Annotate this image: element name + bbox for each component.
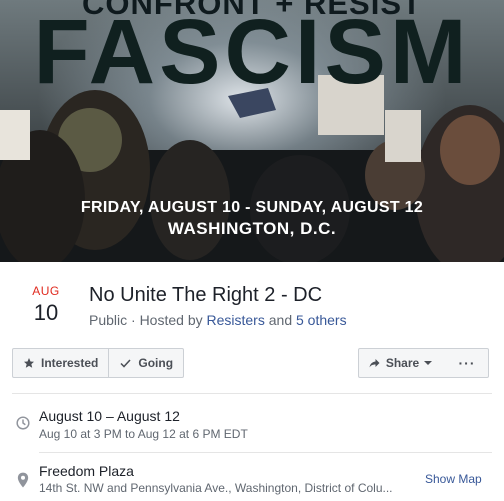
going-label: Going xyxy=(138,356,174,370)
event-visibility: Public · Hosted by xyxy=(89,312,207,328)
event-day: 10 xyxy=(33,300,59,325)
interested-label: Interested xyxy=(41,356,99,370)
host-link[interactable]: Resisters xyxy=(207,312,265,328)
event-title[interactable]: No Unite The Right 2 - DC xyxy=(89,284,322,307)
more-options-button[interactable]: ··· xyxy=(446,348,489,378)
event-date-badge: AUG 10 xyxy=(18,284,74,326)
host-and: and xyxy=(264,312,296,328)
clock-icon xyxy=(16,416,30,430)
event-month: AUG xyxy=(32,284,60,298)
row-divider xyxy=(39,452,492,453)
share-button[interactable]: Share xyxy=(358,348,448,378)
cover-dates: FRIDAY, AUGUST 10 - SUNDAY, AUGUST 12 xyxy=(80,199,424,216)
event-date-range[interactable]: August 10 – August 12 xyxy=(39,408,180,424)
section-divider xyxy=(12,393,492,394)
map-pin-icon xyxy=(17,472,29,488)
event-cover-photo[interactable]: CONFRONT + RESIST FASCISM FRIDAY, AUGUST… xyxy=(0,0,504,262)
other-hosts-link[interactable]: 5 others xyxy=(296,312,347,328)
cover-headline: FASCISM xyxy=(33,1,471,103)
location-address: 14th St. NW and Pennsylvania Ave., Washi… xyxy=(39,481,393,495)
show-map-link[interactable]: Show Map xyxy=(425,472,482,486)
star-icon xyxy=(24,358,34,368)
going-button[interactable]: Going xyxy=(108,349,183,377)
interested-button[interactable]: Interested xyxy=(13,349,108,377)
event-host-line: Public · Hosted by Resisters and 5 other… xyxy=(89,312,347,328)
share-arrow-icon xyxy=(369,359,380,368)
caret-down-icon xyxy=(424,361,433,365)
share-label: Share xyxy=(385,356,420,370)
location-name[interactable]: Freedom Plaza xyxy=(39,463,134,479)
event-time-detail: Aug 10 at 3 PM to Aug 12 at 6 PM EDT xyxy=(39,427,248,441)
check-icon xyxy=(120,359,131,368)
cover-place: WASHINGTON, D.C. xyxy=(167,219,337,238)
rsvp-button-group: Interested Going xyxy=(12,348,185,378)
